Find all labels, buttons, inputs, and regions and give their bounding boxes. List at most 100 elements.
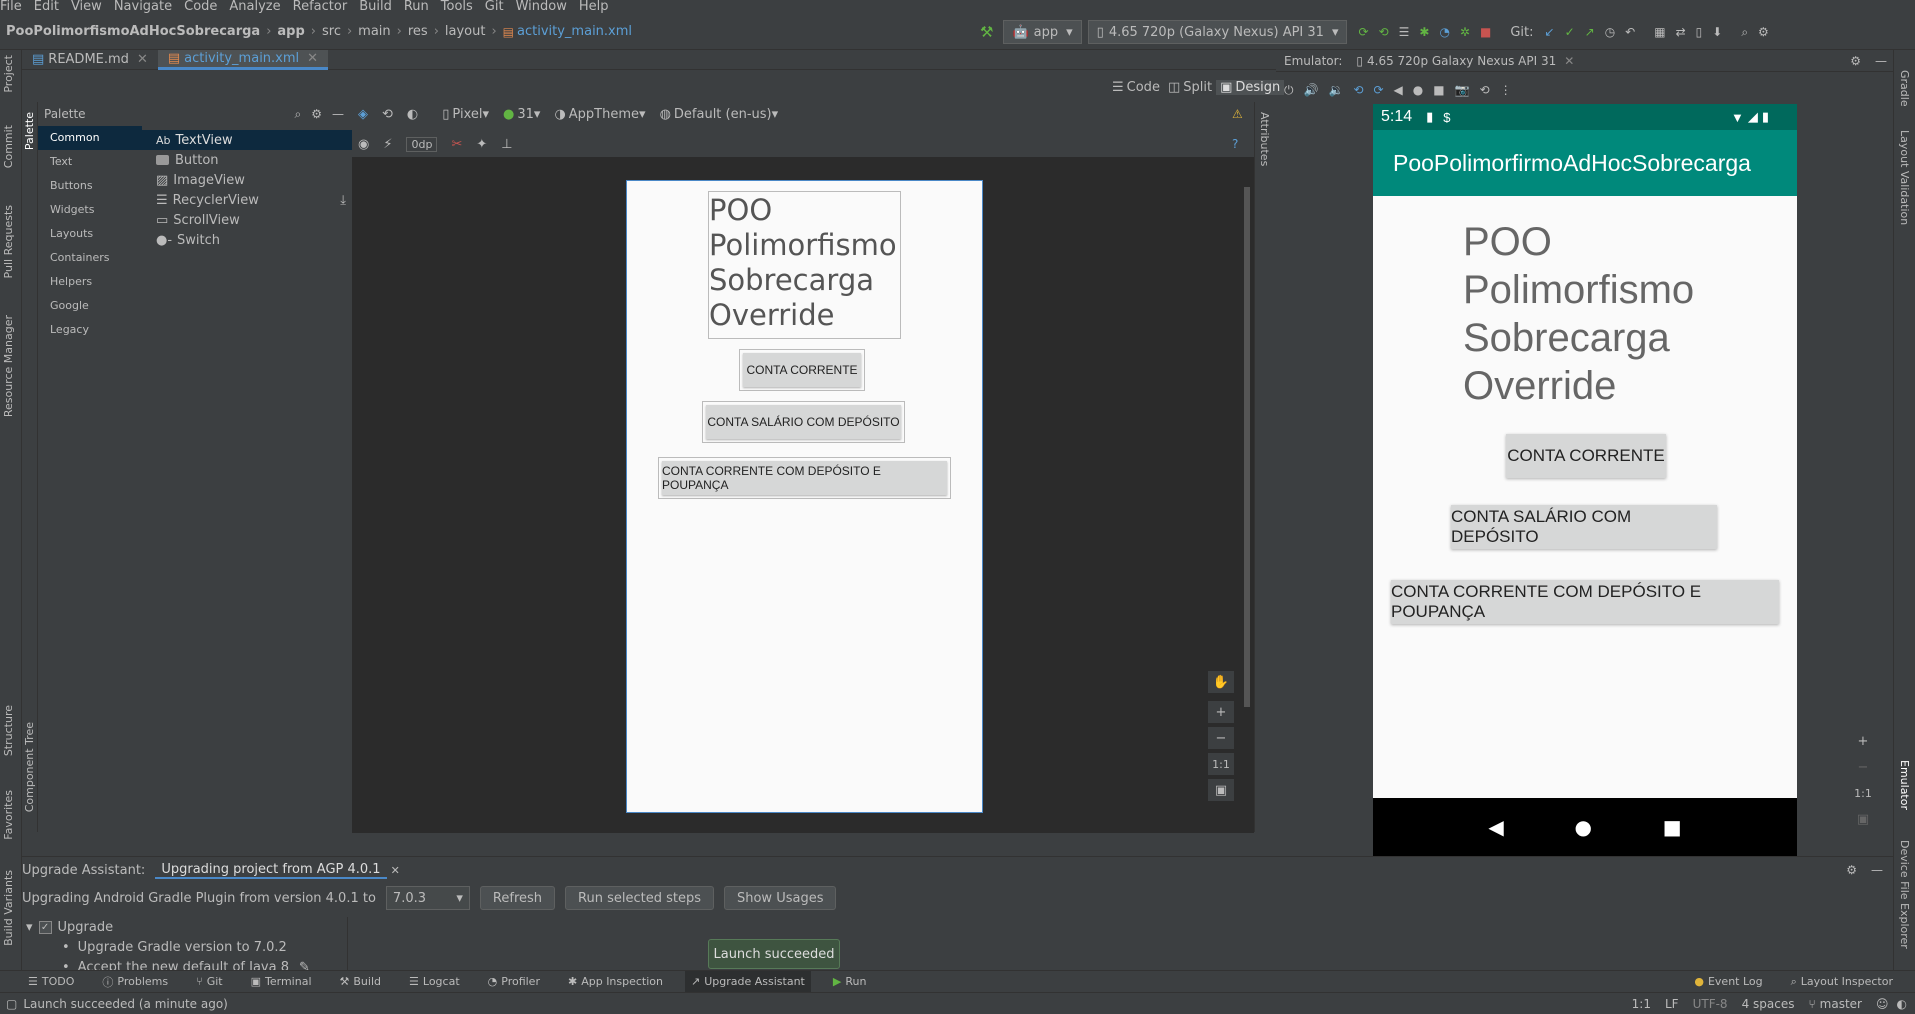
volume-down-icon[interactable]: 🔉 [1328, 83, 1343, 97]
checkbox[interactable]: ✓ [38, 920, 52, 934]
coverage-icon[interactable]: ☰ [1399, 25, 1410, 39]
preview-button-conta-salario[interactable]: CONTA SALÁRIO COM DEPÓSITO [706, 405, 901, 439]
zoom-fit-icon[interactable]: ▣ [1208, 779, 1234, 801]
git-update-icon[interactable]: ↙ [1545, 25, 1555, 39]
version-select[interactable]: 7.0.3 ▾ [385, 886, 470, 910]
indent-setting[interactable]: 4 spaces [1742, 997, 1795, 1011]
palette-item-switch[interactable]: ●- Switch [142, 230, 352, 250]
status-message[interactable]: Launch succeeded (a minute ago) [23, 997, 228, 1011]
breadcrumb-project[interactable]: PooPolimorfismoAdHocSobrecarga [6, 24, 260, 39]
zoom-out-button[interactable]: − [1850, 756, 1876, 778]
project-tool-button[interactable]: Project [2, 55, 15, 93]
preview-button-conta-poupanca[interactable]: CONTA CORRENTE COM DEPÓSITO E POUPANÇA [662, 461, 947, 495]
breadcrumb-app[interactable]: app [277, 24, 304, 39]
breadcrumb-src[interactable]: src [322, 24, 341, 39]
search-everywhere-icon[interactable]: ⌕ [1741, 25, 1748, 40]
minimize-icon[interactable]: — [1871, 863, 1883, 877]
tool-todo[interactable]: ☰ TODO [22, 971, 80, 993]
face-icon[interactable]: ☺ [1876, 997, 1889, 1011]
breadcrumb-layout[interactable]: layout [445, 24, 486, 39]
commit-tool-button[interactable]: Commit [2, 125, 15, 168]
menu-analyze[interactable]: Analyze [229, 0, 280, 14]
tool-app-inspection[interactable]: ✱ App Inspection [562, 971, 669, 993]
attributes-tool-button[interactable]: Attributes [1258, 112, 1271, 166]
project-structure-icon[interactable]: ▦ [1654, 25, 1665, 39]
autoconnect-icon[interactable]: ⚡ [383, 137, 392, 152]
palette-item-textview[interactable]: Ab TextView [142, 130, 352, 150]
emulator-button-conta-corrente[interactable]: CONTA CORRENTE [1506, 434, 1666, 478]
attach-debugger-icon[interactable]: ✲ [1460, 25, 1470, 39]
menu-navigate[interactable]: Navigate [114, 0, 172, 14]
palette-category-text[interactable]: Text [38, 150, 142, 174]
close-icon[interactable]: ✕ [1564, 54, 1574, 68]
palette-item-imageview[interactable]: ▨ ImageView [142, 170, 352, 190]
palette-category-common[interactable]: Common [38, 126, 142, 150]
code-mode-button[interactable]: ☰ Code [1108, 80, 1164, 95]
palette-category-widgets[interactable]: Widgets [38, 198, 142, 222]
menu-edit[interactable]: Edit [34, 0, 59, 14]
palette-category-layouts[interactable]: Layouts [38, 222, 142, 246]
palette-category-legacy[interactable]: Legacy [38, 318, 142, 342]
rotate-right-icon[interactable]: ⟳ [1373, 83, 1383, 97]
gradle-tool-button[interactable]: Gradle [1898, 70, 1911, 107]
eye-icon[interactable]: ◉ [358, 137, 369, 152]
palette-item-scrollview[interactable]: ▭ ScrollView [142, 210, 352, 230]
hammer-icon[interactable]: ⚒ [980, 23, 993, 41]
preview-button-conta-corrente[interactable]: CONTA CORRENTE [743, 353, 861, 387]
warning-icon[interactable]: ⚠ [1232, 107, 1243, 121]
file-encoding[interactable]: UTF-8 [1693, 997, 1728, 1011]
device-file-explorer-tool-button[interactable]: Device File Explorer [1898, 840, 1911, 949]
search-icon[interactable]: ⌕ [295, 107, 302, 122]
palette-category-containers[interactable]: Containers [38, 246, 142, 270]
palette-category-helpers[interactable]: Helpers [38, 270, 142, 294]
tool-git[interactable]: ⑂ Git [190, 971, 229, 993]
more-icon[interactable]: ⋮ [1500, 83, 1512, 97]
palette-item-recyclerview[interactable]: ☰ RecyclerView ⤓ [142, 190, 352, 210]
minimize-icon[interactable]: — [1875, 54, 1887, 68]
volume-up-icon[interactable]: 🔊 [1304, 83, 1319, 97]
clear-constraints-icon[interactable]: ✂ [451, 137, 462, 152]
gear-icon[interactable]: ⚙ [1850, 54, 1861, 68]
palette-item-button[interactable]: Button [142, 150, 352, 170]
menu-window[interactable]: Window [516, 0, 567, 14]
line-separator[interactable]: LF [1665, 997, 1679, 1011]
git-commit-icon[interactable]: ✓ [1565, 25, 1575, 39]
menu-build[interactable]: Build [359, 0, 392, 14]
emulator-button-conta-poupanca[interactable]: CONTA CORRENTE COM DEPÓSITO E POUPANÇA [1391, 580, 1779, 624]
layout-preview[interactable]: POO Polimorfismo Sobrecarga Override CON… [626, 180, 983, 813]
layers-icon[interactable]: ◈ [358, 107, 368, 122]
tool-event-log[interactable]: ● Event Log [1688, 971, 1768, 993]
sync-gradle-icon[interactable]: ⇄ [1676, 25, 1686, 39]
overview-icon[interactable]: ■ [1433, 83, 1444, 97]
back-icon[interactable]: ◀ [1394, 83, 1403, 97]
tool-profiler[interactable]: ◔ Profiler [482, 971, 546, 993]
zoom-in-button[interactable]: + [1208, 701, 1234, 723]
upgrade-tab[interactable]: Upgrading project from AGP 4.0.1 [155, 862, 387, 879]
canvas-scrollbar[interactable] [1244, 187, 1250, 707]
back-icon[interactable]: ◀ [1488, 815, 1503, 839]
component-tree-tool-button[interactable]: Component Tree [23, 722, 36, 812]
tool-upgrade-assistant[interactable]: ↗ Upgrade Assistant [685, 970, 811, 993]
night-mode-icon[interactable]: ◐ [407, 107, 418, 122]
zoom-out-button[interactable]: − [1208, 727, 1234, 749]
build-variants-tool-button[interactable]: Build Variants [2, 870, 15, 946]
sdk-manager-icon[interactable]: ⬇ [1712, 25, 1722, 39]
minimize-icon[interactable]: — [332, 107, 344, 121]
tool-build[interactable]: ⚒ Build [334, 971, 388, 993]
api-dropdown[interactable]: ● 31 ▾ [503, 107, 540, 122]
git-branch[interactable]: master [1820, 997, 1862, 1011]
show-usages-button[interactable]: Show Usages [723, 886, 837, 910]
menu-run[interactable]: Run [404, 0, 429, 14]
tool-layout-inspector[interactable]: ⌕ Layout Inspector [1785, 971, 1899, 993]
overview-icon[interactable]: ■ [1663, 815, 1682, 839]
home-icon[interactable]: ● [1575, 815, 1592, 839]
tool-run[interactable]: ▶ Run [827, 971, 873, 993]
stop-icon[interactable]: ■ [1480, 25, 1491, 39]
menu-code[interactable]: Code [184, 0, 217, 14]
breadcrumb-res[interactable]: res [408, 24, 428, 39]
menu-view[interactable]: View [71, 0, 102, 14]
palette-category-buttons[interactable]: Buttons [38, 174, 142, 198]
memory-indicator-icon[interactable]: ◐ [1897, 997, 1907, 1011]
tool-logcat[interactable]: ☰ Logcat [403, 971, 466, 993]
emulator-screen[interactable]: 5:14 ▮ $ ▼ ◢ ▮ PooPolimorfirmoAdHocSobre… [1373, 104, 1797, 856]
